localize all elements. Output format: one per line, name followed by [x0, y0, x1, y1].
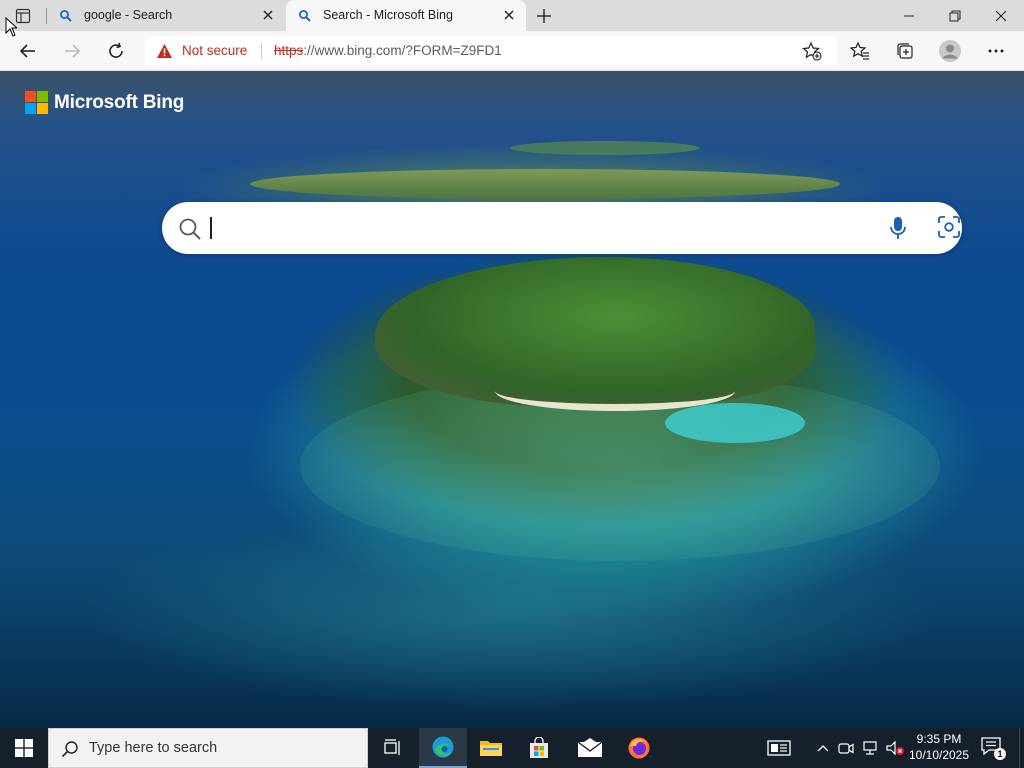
- url-scheme: https: [274, 43, 304, 58]
- window-controls: [886, 0, 1024, 31]
- taskbar-clock[interactable]: 9:35 PM 10/10/2025: [904, 731, 974, 763]
- warning-icon[interactable]: [156, 43, 173, 59]
- refresh-icon: [109, 42, 123, 58]
- start-button[interactable]: [0, 728, 48, 768]
- plus-icon: [537, 9, 551, 23]
- logo-text: Microsoft Bing: [54, 91, 185, 113]
- search-icon: [299, 10, 311, 22]
- visual-search-icon[interactable]: [937, 215, 961, 239]
- tab-title: google - Search: [84, 8, 173, 22]
- close-window-button[interactable]: [978, 0, 1024, 31]
- camera-icon: [838, 743, 854, 754]
- minimize-icon: [904, 15, 914, 16]
- favorites-icon: [850, 41, 869, 60]
- taskbar-file-explorer[interactable]: [467, 728, 515, 768]
- tab-google-search[interactable]: google - Search: [47, 0, 285, 31]
- minimize-button[interactable]: [886, 0, 932, 31]
- windows-logo-icon: [15, 739, 33, 757]
- forward-button[interactable]: [57, 37, 87, 65]
- add-favorite-button[interactable]: [797, 37, 827, 65]
- forward-arrow-icon: [65, 44, 81, 58]
- chevron-up-icon: [817, 745, 829, 752]
- file-explorer-icon: [480, 741, 502, 756]
- search-icon: [60, 10, 72, 22]
- favorites-button[interactable]: [845, 37, 875, 65]
- notification-count-badge: 1: [994, 748, 1006, 760]
- back-button[interactable]: [13, 37, 43, 65]
- taskbar-store[interactable]: [515, 728, 563, 768]
- meet-now-button[interactable]: [836, 728, 856, 768]
- close-icon[interactable]: [502, 8, 516, 22]
- background-island: [250, 169, 840, 199]
- url-rest: ://www.bing.com/?FORM=Z9FD1: [303, 43, 502, 58]
- bing-logo[interactable]: Microsoft Bing: [25, 91, 184, 114]
- more-icon: [988, 49, 1004, 53]
- mouse-cursor-icon: [5, 17, 17, 37]
- network-icon: [863, 741, 877, 755]
- task-view-button[interactable]: [368, 728, 416, 768]
- microsoft-logo-icon: [25, 91, 48, 114]
- clock-date: 10/10/2025: [908, 748, 970, 762]
- collections-icon: [897, 43, 913, 59]
- background-lagoon: [665, 403, 805, 443]
- url-text[interactable]: https://www.bing.com/?FORM=Z9FD1: [274, 43, 502, 58]
- security-label[interactable]: Not secure: [182, 43, 247, 58]
- new-tab-button[interactable]: [531, 3, 557, 29]
- volume-button[interactable]: [884, 728, 906, 768]
- more-button[interactable]: [981, 37, 1011, 65]
- tab-bing-search[interactable]: Search - Microsoft Bing: [286, 0, 526, 31]
- search-box[interactable]: [162, 202, 962, 254]
- close-icon[interactable]: [261, 8, 275, 22]
- firefox-icon: [628, 737, 650, 759]
- news-icon: [767, 740, 791, 756]
- news-widget-button[interactable]: [762, 728, 796, 768]
- task-view-icon: [384, 739, 400, 755]
- microphone-icon[interactable]: [886, 215, 910, 241]
- close-icon: [995, 10, 1007, 21]
- address-bar[interactable]: Not secure https://www.bing.com/?FORM=Z9…: [145, 36, 837, 66]
- restore-icon: [949, 10, 961, 21]
- tab-title: Search - Microsoft Bing: [323, 8, 453, 22]
- action-center-button[interactable]: 1: [980, 736, 1006, 760]
- profile-icon: [939, 40, 961, 62]
- taskbar: Type here to search 9:35 PM 10/10/2025 1: [0, 728, 1024, 768]
- taskbar-firefox[interactable]: [615, 728, 663, 768]
- search-icon: [61, 741, 78, 758]
- store-icon: [530, 737, 548, 758]
- taskbar-mail[interactable]: [566, 728, 614, 768]
- address-divider: [261, 43, 262, 59]
- bing-homepage: Microsoft Bing: [0, 71, 1024, 728]
- taskbar-search-placeholder: Type here to search: [89, 740, 218, 756]
- show-hidden-icons-button[interactable]: [812, 728, 834, 768]
- profile-button[interactable]: [935, 37, 965, 65]
- back-arrow-icon: [19, 44, 35, 58]
- restore-button[interactable]: [932, 0, 978, 31]
- mail-icon: [577, 738, 603, 757]
- edge-icon: [432, 736, 454, 758]
- background-island: [510, 141, 700, 155]
- tab-strip: google - Search Search - Microsoft Bing: [0, 0, 1024, 31]
- collections-button[interactable]: [890, 37, 920, 65]
- browser-toolbar: Not secure https://www.bing.com/?FORM=Z9…: [0, 31, 1024, 71]
- search-input[interactable]: [212, 212, 872, 244]
- network-button[interactable]: [860, 728, 882, 768]
- refresh-button[interactable]: [101, 37, 131, 65]
- volume-muted-icon: [886, 740, 904, 756]
- show-desktop-button[interactable]: [1019, 728, 1024, 768]
- taskbar-edge[interactable]: [419, 728, 467, 768]
- tab-actions-icon: [15, 8, 31, 23]
- add-favorite-icon: [802, 41, 822, 61]
- clock-time: 9:35 PM: [916, 732, 962, 746]
- taskbar-search-box[interactable]: Type here to search: [48, 728, 368, 768]
- search-icon: [179, 218, 201, 240]
